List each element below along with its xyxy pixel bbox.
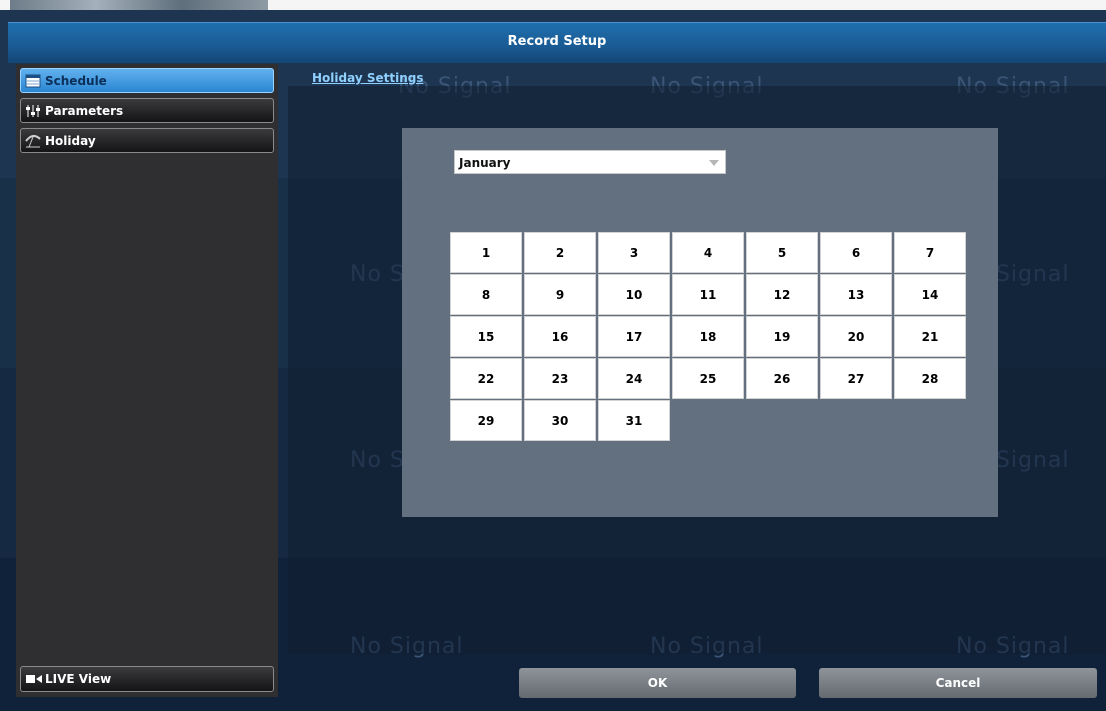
calendar-day[interactable]: 9 bbox=[524, 274, 596, 315]
holiday-settings-link[interactable]: Holiday Settings bbox=[312, 71, 423, 85]
calendar-icon bbox=[25, 74, 41, 88]
cancel-button[interactable]: Cancel bbox=[819, 668, 1097, 698]
calendar-day[interactable]: 22 bbox=[450, 358, 522, 399]
ok-button[interactable]: OK bbox=[519, 668, 796, 698]
calendar-day[interactable]: 6 bbox=[820, 232, 892, 273]
sliders-icon bbox=[25, 104, 41, 118]
calendar-day[interactable]: 14 bbox=[894, 274, 966, 315]
sidebar-item-schedule[interactable]: Schedule bbox=[20, 68, 274, 93]
window-title: Record Setup bbox=[507, 34, 607, 49]
camera-icon bbox=[25, 672, 42, 686]
calendar-day[interactable]: 23 bbox=[524, 358, 596, 399]
sidebar-item-label: Schedule bbox=[45, 73, 107, 88]
sidebar: Schedule Parameters Holiday LIVE View bbox=[16, 64, 278, 697]
calendar-day[interactable]: 3 bbox=[598, 232, 670, 273]
sidebar-item-label: Holiday bbox=[45, 133, 96, 148]
live-view-label: LIVE View bbox=[45, 672, 112, 686]
month-select-value: January bbox=[459, 156, 511, 170]
calendar-day[interactable]: 13 bbox=[820, 274, 892, 315]
month-select[interactable]: January bbox=[454, 150, 726, 174]
calendar-day[interactable]: 31 bbox=[598, 400, 670, 441]
calendar-day[interactable]: 28 bbox=[894, 358, 966, 399]
live-view-button[interactable]: LIVE View bbox=[20, 666, 274, 692]
calendar-day[interactable]: 18 bbox=[672, 316, 744, 357]
calendar-day[interactable]: 24 bbox=[598, 358, 670, 399]
calendar-day[interactable]: 20 bbox=[820, 316, 892, 357]
calendar-day[interactable]: 16 bbox=[524, 316, 596, 357]
umbrella-icon bbox=[25, 134, 41, 148]
calendar-day[interactable]: 12 bbox=[746, 274, 818, 315]
sidebar-item-label: Parameters bbox=[45, 103, 124, 118]
calendar-day[interactable]: 4 bbox=[672, 232, 744, 273]
calendar-day[interactable]: 10 bbox=[598, 274, 670, 315]
calendar-day[interactable]: 15 bbox=[450, 316, 522, 357]
sidebar-item-parameters[interactable]: Parameters bbox=[20, 98, 274, 123]
calendar-day[interactable]: 30 bbox=[524, 400, 596, 441]
sidebar-item-holiday[interactable]: Holiday bbox=[20, 128, 274, 153]
calendar-day[interactable]: 27 bbox=[820, 358, 892, 399]
calendar-day[interactable]: 25 bbox=[672, 358, 744, 399]
calendar-day[interactable]: 2 bbox=[524, 232, 596, 273]
calendar-day[interactable]: 7 bbox=[894, 232, 966, 273]
calendar-day[interactable]: 21 bbox=[894, 316, 966, 357]
calendar-day[interactable]: 26 bbox=[746, 358, 818, 399]
calendar-day[interactable]: 1 bbox=[450, 232, 522, 273]
calendar-day[interactable]: 8 bbox=[450, 274, 522, 315]
calendar-day[interactable]: 11 bbox=[672, 274, 744, 315]
chevron-down-icon bbox=[709, 160, 719, 166]
calendar-day[interactable]: 19 bbox=[746, 316, 818, 357]
calendar-day[interactable]: 5 bbox=[746, 232, 818, 273]
calendar-day[interactable]: 29 bbox=[450, 400, 522, 441]
holiday-calendar: January 1 2 3 4 5 6 7 8 9 10 11 12 13 14 15 16 17 18 19 20 2… bbox=[402, 128, 998, 517]
title-bar: Record Setup bbox=[8, 22, 1106, 63]
calendar-day[interactable]: 17 bbox=[598, 316, 670, 357]
